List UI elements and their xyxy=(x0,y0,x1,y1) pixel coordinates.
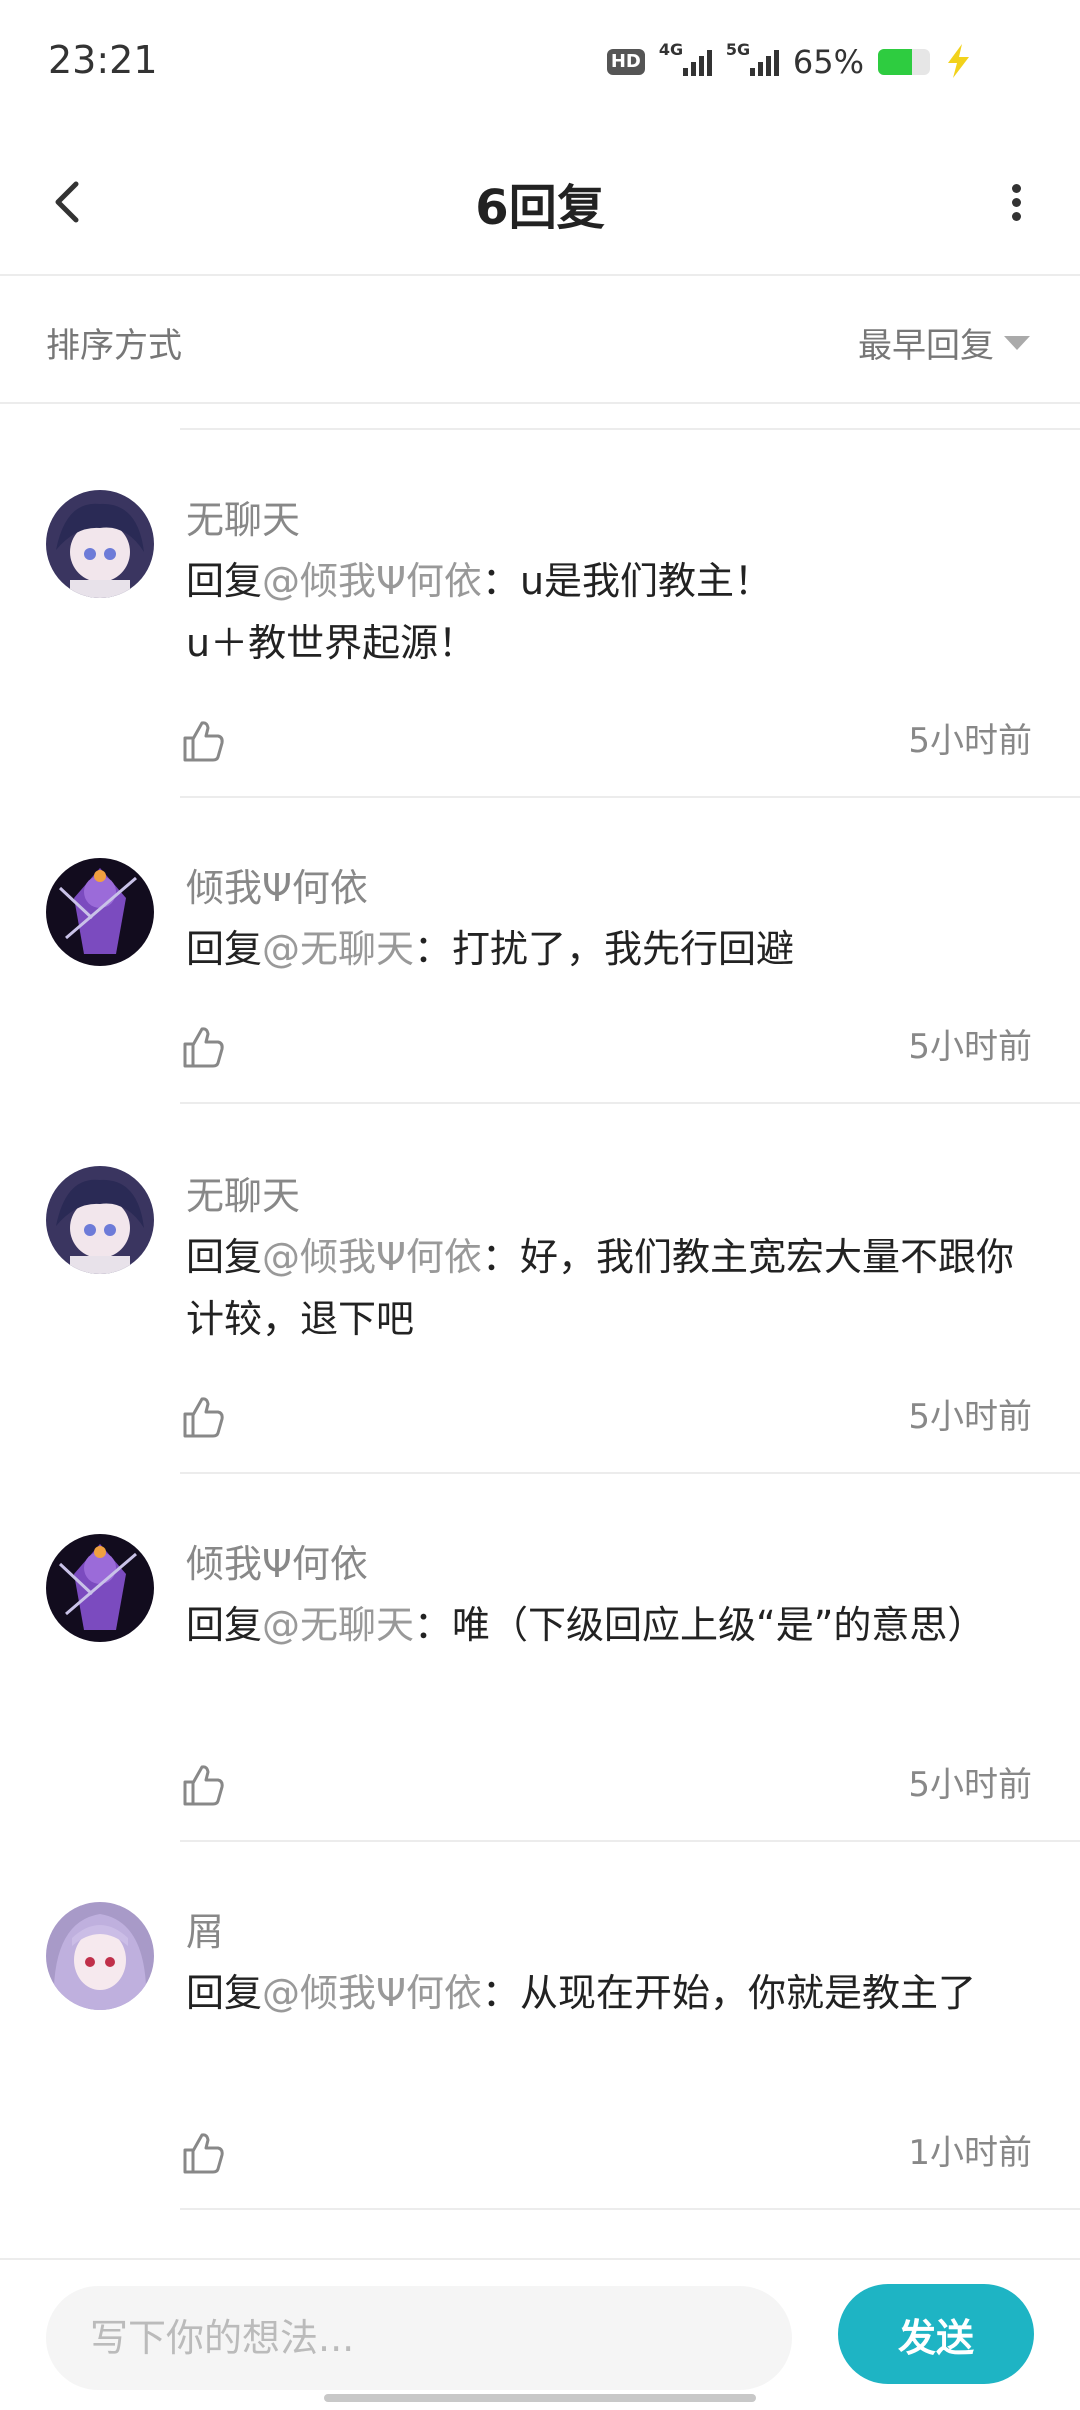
send-button[interactable]: 发送 xyxy=(838,2284,1034,2384)
reply-prefix: 回复 xyxy=(186,1235,263,1279)
divider xyxy=(180,1840,1080,1842)
avatar[interactable] xyxy=(46,1534,154,1642)
sort-label: 排序方式 xyxy=(46,326,182,366)
home-indicator[interactable] xyxy=(324,2394,756,2402)
divider xyxy=(180,1102,1080,1104)
comment-username[interactable]: 无聊天 xyxy=(186,1166,300,1226)
mention-link[interactable]: @倾我Ψ何依 xyxy=(262,559,482,603)
divider xyxy=(180,2208,1080,2210)
status-time: 23:21 xyxy=(48,38,158,82)
battery-fill xyxy=(878,49,912,75)
comment-username[interactable]: 倾我Ψ何依 xyxy=(186,858,368,918)
status-bar: 23:21 HD 4G 5G 65% xyxy=(0,0,1080,130)
network-5g-label: 5G xyxy=(725,40,751,59)
comment-username[interactable]: 屑 xyxy=(186,1902,224,1962)
reply-prefix: 回复 xyxy=(186,927,263,971)
comment-time: 5小时前 xyxy=(908,721,1032,761)
status-icons: HD 4G 5G 65% xyxy=(606,40,930,82)
comment-text: 回复@倾我Ψ何依：从现在开始，你就是教主了 xyxy=(186,1962,1046,2024)
avatar[interactable] xyxy=(46,858,154,966)
thumbs-up-icon[interactable] xyxy=(180,2130,226,2176)
avatar[interactable] xyxy=(46,490,154,598)
divider xyxy=(180,796,1080,798)
comment-body: ：唯（下级回应上级“是”的意思） xyxy=(414,1603,986,1647)
thumbs-up-icon[interactable] xyxy=(180,1394,226,1440)
mention-link[interactable]: @无聊天 xyxy=(262,927,414,971)
mention-link[interactable]: @倾我Ψ何依 xyxy=(262,1235,482,1279)
divider xyxy=(180,428,1080,430)
comment-composer: 发送 xyxy=(0,2258,1080,2410)
more-vertical-icon[interactable] xyxy=(996,170,1036,234)
signal-5g-icon: 5G xyxy=(726,40,779,76)
avatar[interactable] xyxy=(46,1166,154,1274)
mention-link[interactable]: @无聊天 xyxy=(262,1603,414,1647)
thumbs-up-icon[interactable] xyxy=(180,718,226,764)
caret-down-icon xyxy=(1004,335,1030,350)
sort-dropdown[interactable]: 最早回复 xyxy=(858,318,1030,367)
hd-icon: HD xyxy=(606,49,645,75)
comment-username[interactable]: 倾我Ψ何依 xyxy=(186,1534,368,1594)
comment-input[interactable] xyxy=(46,2286,792,2390)
divider xyxy=(180,1472,1080,1474)
comment-text: 回复@无聊天：打扰了，我先行回避 xyxy=(186,918,1046,980)
battery-icon xyxy=(878,49,930,75)
comment-time: 5小时前 xyxy=(908,1027,1032,1067)
avatar[interactable] xyxy=(46,1902,154,2010)
battery-percent: 65% xyxy=(792,43,864,81)
sort-bar: 排序方式 最早回复 xyxy=(0,276,1080,404)
thumbs-up-icon[interactable] xyxy=(180,1024,226,1070)
thumbs-up-icon[interactable] xyxy=(180,1762,226,1808)
signal-4g-icon: 4G xyxy=(659,40,712,76)
comment-time: 1小时前 xyxy=(908,2133,1032,2173)
page-title: 6回复 xyxy=(475,180,605,236)
sort-selected-value: 最早回复 xyxy=(858,326,994,366)
comment-body: ：打扰了，我先行回避 xyxy=(414,927,795,971)
reply-prefix: 回复 xyxy=(186,1603,263,1647)
comment-username[interactable]: 无聊天 xyxy=(186,490,300,550)
reply-prefix: 回复 xyxy=(186,559,263,603)
header: 6回复 xyxy=(0,130,1080,276)
mention-link[interactable]: @倾我Ψ何依 xyxy=(262,1971,482,2015)
comment-text: 回复@倾我Ψ何依：u是我们教主！ u＋教世界起源！ xyxy=(186,550,1046,674)
comment-text: 回复@倾我Ψ何依：好，我们教主宽宏大量不跟你计较，退下吧 xyxy=(186,1226,1046,1350)
reply-prefix: 回复 xyxy=(186,1971,263,2015)
charging-icon xyxy=(948,44,969,78)
comment-text: 回复@无聊天：唯（下级回应上级“是”的意思） xyxy=(186,1594,1046,1656)
comment-time: 5小时前 xyxy=(908,1397,1032,1437)
comment-time: 5小时前 xyxy=(908,1765,1032,1805)
comment-body: ：从现在开始，你就是教主了 xyxy=(481,1971,976,2015)
network-4g-label: 4G xyxy=(658,40,684,59)
